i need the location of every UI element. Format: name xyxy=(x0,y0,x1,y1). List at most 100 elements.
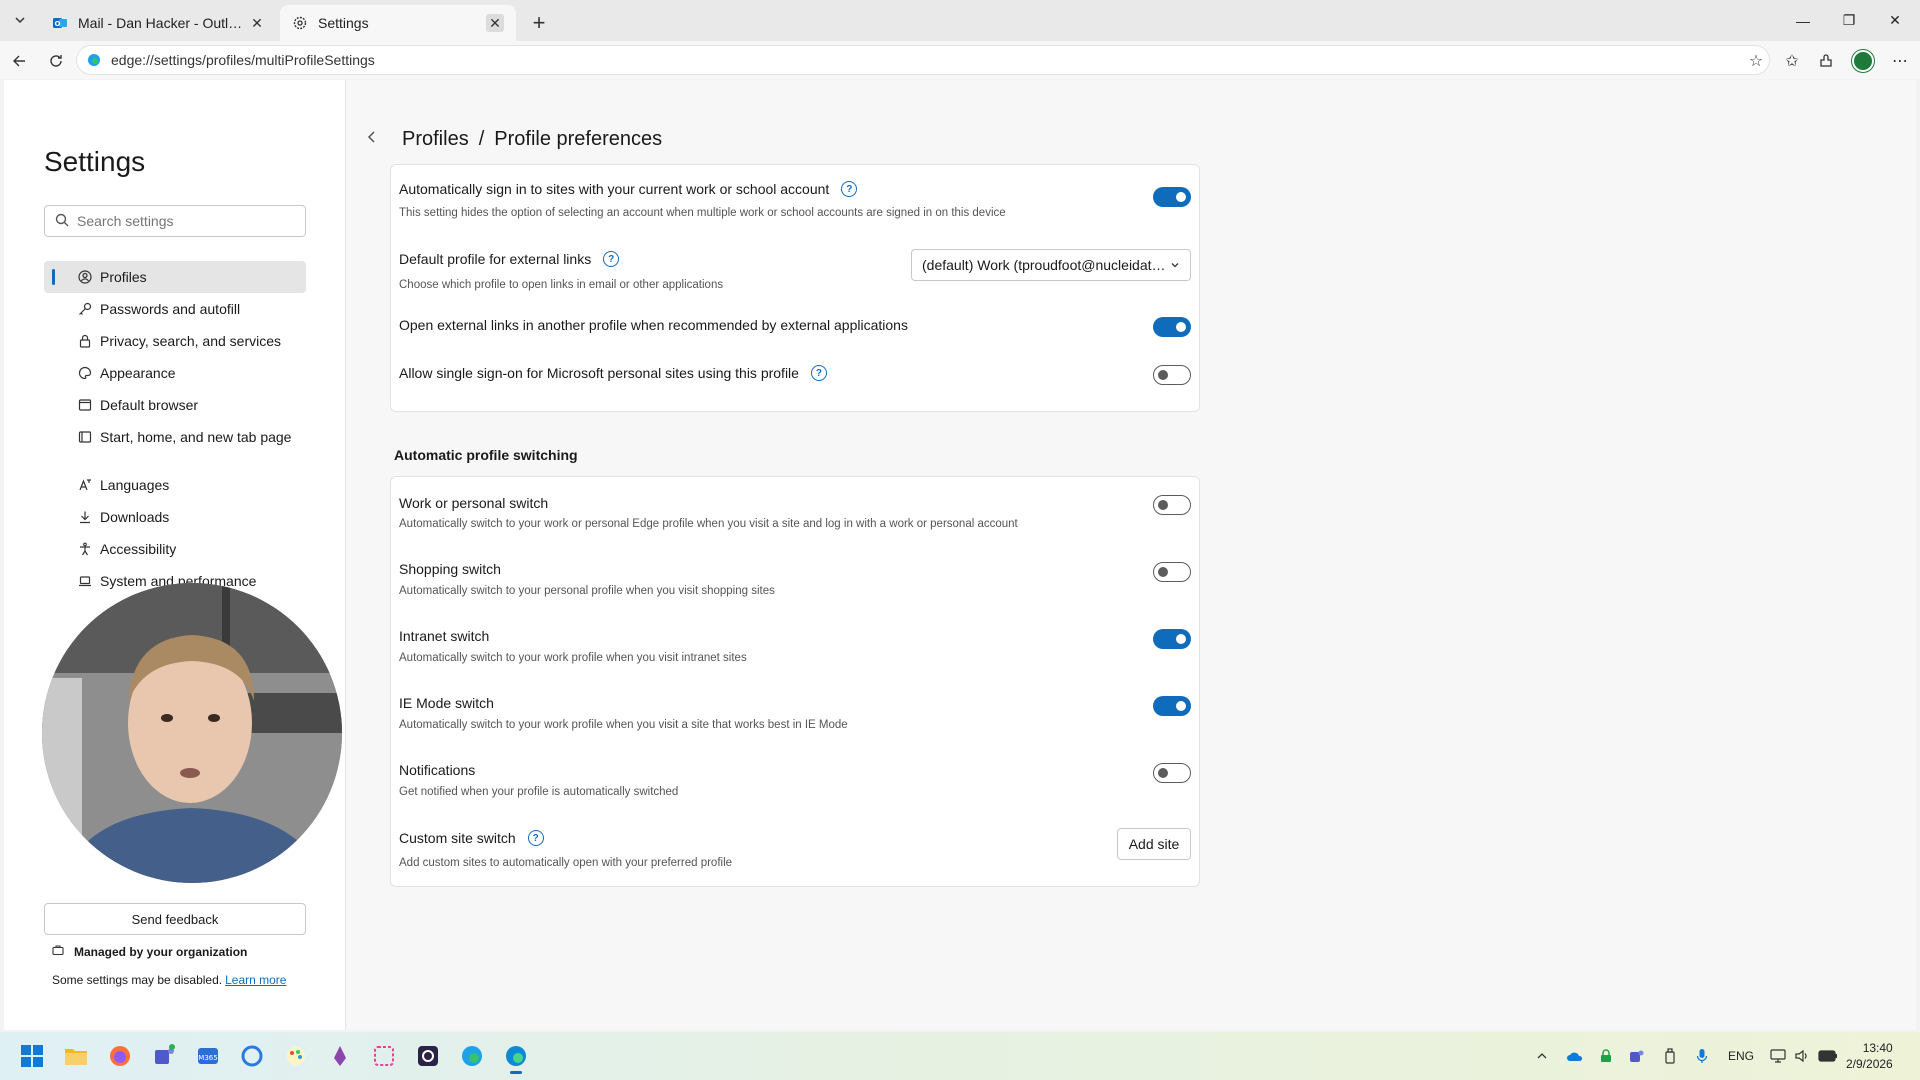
search-input[interactable] xyxy=(77,213,297,229)
tray-chevron-up-icon[interactable] xyxy=(1536,1046,1548,1066)
settings-sidebar: Settings Profiles Passwords and autofill… xyxy=(4,80,346,1030)
shopping-toggle[interactable] xyxy=(1153,562,1191,582)
chevron-left-icon[interactable] xyxy=(366,130,388,149)
work-personal-toggle[interactable] xyxy=(1153,495,1191,515)
taskbar-clock[interactable]: 13:40 2/9/2026 xyxy=(1846,1040,1893,1072)
onenote-icon[interactable] xyxy=(324,1040,356,1072)
sidebar-item-label: Appearance xyxy=(100,365,176,381)
minimize-icon[interactable]: — xyxy=(1780,0,1826,41)
sidebar-item-languages[interactable]: Languages xyxy=(44,469,306,501)
file-explorer-icon[interactable] xyxy=(60,1040,92,1072)
sidebar-item-label: Start, home, and new tab page xyxy=(100,429,292,445)
help-icon[interactable]: ? xyxy=(810,365,827,381)
dropdown-value: (default) Work (tproudfoot@nucleidatacen… xyxy=(922,257,1170,273)
setting-notifications: Notifications Get notified when your pro… xyxy=(391,745,1199,812)
webcam-overlay xyxy=(42,583,342,883)
sidebar-item-profiles[interactable]: Profiles xyxy=(44,261,306,293)
sidebar-item-label: Accessibility xyxy=(100,541,177,557)
teams-icon[interactable] xyxy=(148,1040,180,1072)
vpn-lock-icon[interactable] xyxy=(1600,1046,1612,1066)
add-site-button[interactable]: Add site xyxy=(1117,828,1191,860)
sidebar-item-downloads[interactable]: Downloads xyxy=(44,501,306,533)
tab-outlook[interactable]: O Mail - Dan Hacker - Outlook ✕ xyxy=(40,5,278,41)
managed-note-text: Some settings may be disabled. xyxy=(52,973,223,987)
tab-settings[interactable]: Settings ✕ xyxy=(280,5,516,41)
teams-tray-icon[interactable] xyxy=(1628,1046,1644,1066)
sidebar-item-passwords[interactable]: Passwords and autofill xyxy=(44,293,306,325)
display-icon[interactable] xyxy=(1770,1046,1786,1066)
page-title: Settings xyxy=(44,146,146,177)
help-icon[interactable]: ? xyxy=(841,181,858,197)
learn-more-link[interactable]: Learn more xyxy=(225,973,286,987)
setting-description: Automatically switch to your personal pr… xyxy=(399,585,775,597)
profile-switching-card: Work or personal switch Automatically sw… xyxy=(390,476,1200,887)
battery-icon[interactable] xyxy=(1818,1046,1838,1066)
onedrive-icon[interactable] xyxy=(1566,1046,1584,1066)
intranet-toggle[interactable] xyxy=(1153,629,1191,649)
windows-start-icon[interactable] xyxy=(16,1040,48,1072)
address-bar[interactable]: edge://settings/profiles/multiProfileSet… xyxy=(76,45,1770,75)
settings-main: Profiles / Profile preferences Automatic… xyxy=(346,80,1916,1030)
close-tab-icon[interactable]: ✕ xyxy=(248,14,266,32)
clock-time: 13:40 xyxy=(1862,1041,1893,1055)
ie-mode-toggle[interactable] xyxy=(1153,696,1191,716)
more-menu-icon[interactable]: ⋯ xyxy=(1886,47,1914,75)
edge-taskbar-icon[interactable] xyxy=(456,1040,488,1072)
sso-personal-toggle[interactable] xyxy=(1153,365,1191,385)
paint-icon[interactable] xyxy=(280,1040,312,1072)
default-profile-dropdown[interactable]: (default) Work (tproudfoot@nucleidatacen… xyxy=(911,249,1191,281)
setting-title: Automatically sign in to sites with your… xyxy=(399,181,830,197)
copilot-icon[interactable] xyxy=(236,1040,268,1072)
volume-icon[interactable] xyxy=(1794,1046,1810,1066)
setting-title: Default profile for external links xyxy=(399,251,592,267)
home-icon xyxy=(77,429,93,445)
setting-title: Notifications xyxy=(399,762,476,778)
sidebar-item-default-browser[interactable]: Default browser xyxy=(44,389,306,421)
microphone-icon[interactable] xyxy=(1696,1046,1708,1066)
favorites-icon[interactable]: ✩ xyxy=(1778,47,1806,75)
breadcrumb: Profiles / Profile preferences xyxy=(366,128,662,151)
setting-intranet-switch: Intranet switch Automatically switch to … xyxy=(391,611,1199,678)
refresh-icon[interactable] xyxy=(42,47,70,75)
edge-active-taskbar-icon[interactable] xyxy=(500,1040,532,1074)
setting-description: Choose which profile to open links in em… xyxy=(399,279,724,291)
profile-icon xyxy=(77,269,93,285)
snipping-tool-icon[interactable] xyxy=(368,1040,400,1072)
section-title: Automatic profile switching xyxy=(394,447,578,463)
usb-device-icon[interactable] xyxy=(1664,1046,1676,1066)
new-tab-plus-icon[interactable]: + xyxy=(526,10,552,36)
sidebar-item-privacy[interactable]: Privacy, search, and services xyxy=(44,325,306,357)
search-box[interactable] xyxy=(44,205,306,237)
help-icon[interactable]: ? xyxy=(603,251,620,267)
sidebar-item-accessibility[interactable]: Accessibility xyxy=(44,533,306,565)
help-icon[interactable]: ? xyxy=(527,830,544,846)
sidebar-item-label: Languages xyxy=(100,477,170,493)
setting-title: Allow single sign-on for Microsoft perso… xyxy=(399,365,799,381)
open-external-toggle[interactable] xyxy=(1153,317,1191,337)
close-window-icon[interactable]: ✕ xyxy=(1872,0,1918,41)
language-indicator[interactable]: ENG xyxy=(1728,1046,1754,1066)
auto-signin-toggle[interactable] xyxy=(1153,187,1191,207)
extensions-icon[interactable] xyxy=(1812,47,1840,75)
terminal-app-icon[interactable] xyxy=(412,1040,444,1072)
back-arrow-icon[interactable] xyxy=(6,47,34,75)
microsoft-365-icon[interactable]: M365 xyxy=(192,1040,224,1072)
restore-icon[interactable]: ❐ xyxy=(1826,0,1872,41)
setting-description: Add custom sites to automatically open w… xyxy=(399,857,733,869)
profile-avatar-icon[interactable] xyxy=(1849,47,1877,75)
setting-title: Work or personal switch xyxy=(399,495,549,511)
tab-actions-chevron-down-icon[interactable] xyxy=(8,8,32,32)
breadcrumb-separator: / xyxy=(478,128,485,150)
edge-logo-icon xyxy=(87,53,101,67)
sidebar-item-start-home[interactable]: Start, home, and new tab page xyxy=(44,421,306,453)
sidebar-item-label: Profiles xyxy=(100,269,147,285)
firefox-icon[interactable] xyxy=(104,1040,136,1072)
sidebar-item-appearance[interactable]: Appearance xyxy=(44,357,306,389)
accessibility-icon xyxy=(77,541,93,557)
favorite-star-icon[interactable]: ☆ xyxy=(1742,47,1770,75)
breadcrumb-parent[interactable]: Profiles xyxy=(402,128,469,151)
send-feedback-button[interactable]: Send feedback xyxy=(44,903,306,935)
notifications-toggle[interactable] xyxy=(1153,763,1191,783)
close-tab-icon[interactable]: ✕ xyxy=(486,14,504,32)
setting-shopping-switch: Shopping switch Automatically switch to … xyxy=(391,544,1199,611)
